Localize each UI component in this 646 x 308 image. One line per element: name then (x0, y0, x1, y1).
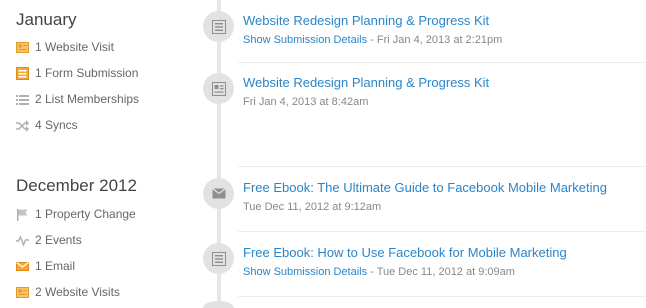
timeline-node-partial (203, 301, 234, 308)
summary-syncs[interactable]: 4 Syncs (16, 116, 78, 134)
summary-label: 2 Website Visits (35, 285, 120, 299)
summary-website-visit[interactable]: 1 Website Visit (16, 38, 114, 56)
form-submission-icon (16, 66, 29, 80)
website-visit-icon (16, 286, 29, 299)
summary-list-memberships[interactable]: 2 List Memberships (16, 90, 139, 108)
summary-label: 2 Events (35, 233, 82, 247)
event-timestamp: - Tue Dec 11, 2012 at 9:09am (367, 266, 515, 278)
timeline-event: Website Redesign Planning & Progress Kit… (243, 75, 646, 108)
flag-icon (16, 208, 29, 221)
divider (238, 166, 646, 167)
summary-label: 1 Website Visit (35, 40, 114, 54)
show-submission-details-link[interactable]: Show Submission Details (243, 34, 367, 46)
summary-email[interactable]: 1 Email (16, 257, 75, 275)
timeline-event: Website Redesign Planning & Progress Kit… (243, 13, 646, 46)
website-visit-icon (16, 41, 29, 54)
summary-label: 1 Email (35, 259, 76, 273)
event-timestamp: Fri Jan 4, 2013 at 8:42am (243, 96, 369, 108)
summary-form-submission[interactable]: 1 Form Submission (16, 64, 138, 82)
event-meta: Show Submission Details - Fri Jan 4, 201… (243, 34, 646, 46)
summary-website-visits[interactable]: 2 Website Visits (16, 283, 120, 301)
divider (238, 231, 646, 232)
list-icon (16, 93, 29, 106)
timeline-event: Free Ebook: How to Use Facebook for Mobi… (243, 245, 646, 278)
event-title-link[interactable]: Website Redesign Planning & Progress Kit (243, 13, 646, 28)
event-timestamp: Tue Dec 11, 2012 at 9:12am (243, 201, 382, 213)
show-submission-details-link[interactable]: Show Submission Details (243, 266, 367, 278)
summary-label: 4 Syncs (35, 118, 78, 132)
form-icon (203, 11, 234, 42)
summary-label: 1 Form Submission (35, 66, 139, 80)
event-title-link[interactable]: Free Ebook: The Ultimate Guide to Facebo… (243, 180, 646, 195)
divider (238, 62, 646, 63)
month-title-december-2012: December 2012 (16, 176, 137, 195)
timeline-event: Free Ebook: The Ultimate Guide to Facebo… (243, 180, 646, 213)
summary-events[interactable]: 2 Events (16, 231, 82, 249)
event-meta: Show Submission Details - Tue Dec 11, 20… (243, 266, 646, 278)
summary-label: 1 Property Change (35, 207, 136, 221)
form-icon (203, 243, 234, 274)
activity-summary: January 1 Website Visit 1 Form Submissio… (0, 0, 200, 308)
summary-label: 2 List Memberships (35, 92, 140, 106)
envelope-icon (203, 178, 234, 209)
event-title-link[interactable]: Website Redesign Planning & Progress Kit (243, 75, 646, 90)
divider (238, 296, 646, 297)
event-title-link[interactable]: Free Ebook: How to Use Facebook for Mobi… (243, 245, 646, 260)
summary-property-change[interactable]: 1 Property Change (16, 205, 136, 223)
email-icon (16, 260, 29, 273)
page-icon (203, 73, 234, 104)
events-icon (16, 234, 29, 247)
month-title-january: January (16, 10, 77, 29)
event-timestamp: - Fri Jan 4, 2013 at 2:21pm (367, 34, 503, 46)
sync-icon (16, 119, 29, 132)
